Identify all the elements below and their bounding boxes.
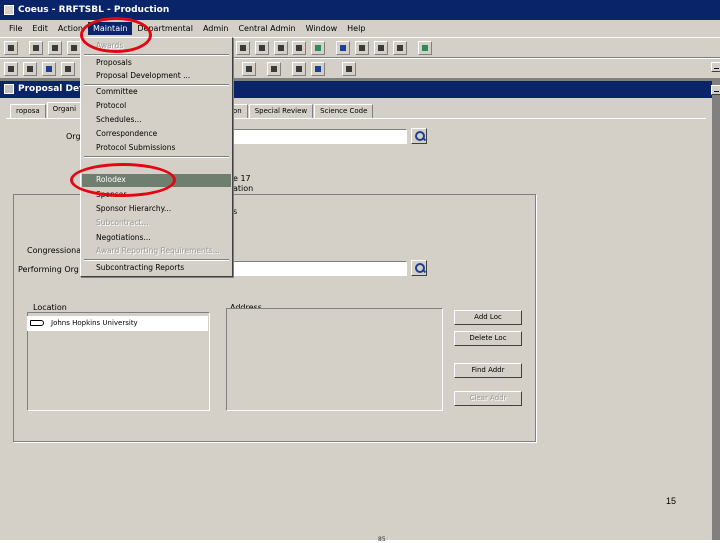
org-detail-text-1: e 17 — [233, 174, 251, 183]
toolbar-tools-icon[interactable] — [4, 62, 18, 76]
organization-label: Org — [66, 132, 81, 141]
menu-item-negotiations[interactable]: Negotiations... — [82, 232, 231, 245]
toolbar-exit-icon[interactable] — [418, 41, 432, 55]
window-minimize-icon[interactable] — [711, 85, 720, 95]
org-detail-text-2: ation — [233, 184, 254, 193]
toolbar-printer-icon[interactable] — [292, 62, 306, 76]
toolbar-save-icon[interactable] — [42, 62, 56, 76]
toolbar-columns-icon[interactable] — [255, 41, 269, 55]
proposal-window-title: Proposal Deta — [18, 84, 90, 94]
toolbar-gear-icon[interactable] — [292, 41, 306, 55]
find-address-button[interactable]: Find Addr — [454, 363, 522, 378]
menu-item-protocol[interactable]: Protocol — [82, 100, 231, 113]
tab-special-review[interactable]: Special Review — [248, 104, 314, 118]
menu-item-correspondence[interactable]: Correspondence — [82, 128, 231, 141]
menu-help[interactable]: Help — [342, 22, 370, 35]
proposal-window-icon — [4, 84, 14, 94]
tab-organization[interactable]: Organi — [46, 102, 83, 118]
location-header: Location — [33, 303, 67, 312]
maintain-menu-highlight-circle — [80, 17, 152, 53]
toolbar-new-icon[interactable] — [4, 41, 18, 55]
toolbar-clock-icon[interactable] — [274, 41, 288, 55]
app-title: Coeus - RRFTSBL - Production — [18, 5, 170, 15]
organization-input[interactable] — [233, 129, 407, 144]
add-location-button[interactable]: Add Loc — [454, 310, 522, 325]
toolbar-search-icon[interactable] — [336, 41, 350, 55]
delete-location-button[interactable]: Delete Loc — [454, 331, 522, 346]
menu-item-committee[interactable]: Committee — [82, 86, 231, 99]
menu-item-award-reporting-requirements[interactable]: Award Reporting Requirements... — [82, 245, 231, 258]
maintain-dropdown-menu: Awards Proposals Proposal Development ..… — [80, 37, 233, 277]
organization-lookup-icon[interactable] — [411, 128, 427, 144]
menu-file[interactable]: File — [4, 22, 27, 35]
toolbar-disk-icon[interactable] — [311, 62, 325, 76]
menu-item-sponsor-hierarchy[interactable]: Sponsor Hierarchy... — [82, 203, 231, 216]
toolbar-print-icon[interactable] — [311, 41, 325, 55]
location-row[interactable]: Johns Hopkins University — [27, 316, 208, 331]
menu-separator — [84, 156, 229, 158]
toolbar-split-icon[interactable] — [374, 41, 388, 55]
menu-item-proposal-development[interactable]: Proposal Development ... — [82, 70, 231, 83]
menu-item-subcontracting-reports[interactable]: Subcontracting Reports — [82, 262, 231, 275]
menu-item-schedules[interactable]: Schedules... — [82, 114, 231, 127]
menu-separator — [84, 54, 229, 56]
menu-window[interactable]: Window — [301, 22, 343, 35]
toolbar-chart-icon[interactable] — [236, 41, 250, 55]
toolbar-list-icon[interactable] — [355, 41, 369, 55]
tab-proposal[interactable]: roposa — [10, 104, 46, 118]
menu-separator — [84, 259, 229, 261]
clear-address-button[interactable]: Clear Addr — [454, 391, 522, 406]
toolbar-back-icon[interactable] — [23, 62, 37, 76]
app-minimize-icon[interactable] — [711, 62, 720, 72]
toolbar-clipboard-icon[interactable] — [267, 62, 281, 76]
location-name: Johns Hopkins University — [51, 319, 138, 327]
tab-science-code[interactable]: Science Code — [314, 104, 374, 118]
pointing-hand-icon — [30, 320, 44, 326]
address-area[interactable] — [226, 308, 443, 411]
toolbar-tool-icon[interactable] — [67, 41, 81, 55]
menu-admin[interactable]: Admin — [198, 22, 234, 35]
slide-page-number: 15 — [666, 496, 677, 506]
toolbar-folder-icon[interactable] — [48, 41, 62, 55]
coeus-app-icon — [4, 5, 14, 15]
menu-central-admin[interactable]: Central Admin — [233, 22, 300, 35]
menu-item-subcontract[interactable]: Subcontract... — [82, 217, 231, 230]
toolbar-edit-icon[interactable] — [242, 62, 256, 76]
menu-item-protocol-submissions[interactable]: Protocol Submissions — [82, 142, 231, 155]
rolodex-highlight-circle — [70, 163, 176, 197]
toolbar-pen-icon[interactable] — [342, 62, 356, 76]
menu-edit[interactable]: Edit — [27, 22, 53, 35]
menu-item-proposals[interactable]: Proposals — [82, 57, 231, 70]
toolbar-window-icon[interactable] — [393, 41, 407, 55]
toolbar-doc-icon[interactable] — [61, 62, 75, 76]
toolbar-heart-icon[interactable] — [29, 41, 43, 55]
